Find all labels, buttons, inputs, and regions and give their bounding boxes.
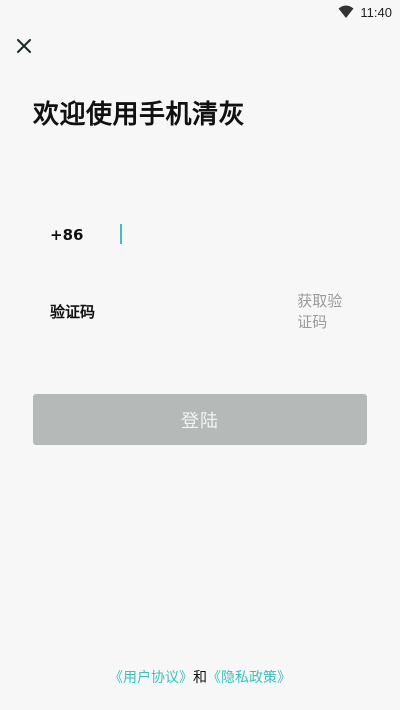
- user-agreement-link[interactable]: 《用户协议》: [109, 670, 193, 686]
- phone-input[interactable]: [104, 223, 367, 247]
- wifi-icon: [338, 5, 354, 18]
- get-code-button[interactable]: 获取验证码: [297, 290, 350, 332]
- phone-row: +86: [33, 219, 367, 251]
- page-title: 欢迎使用手机清灰: [33, 100, 246, 130]
- close-button[interactable]: [12, 34, 36, 58]
- code-row: 验证码 获取验证码: [33, 292, 367, 331]
- close-icon: [17, 39, 31, 53]
- text-caret: [120, 224, 122, 244]
- country-code[interactable]: +86: [50, 226, 104, 244]
- footer-and: 和: [193, 670, 207, 686]
- status-bar: 11:40: [0, 0, 400, 24]
- footer-agreements: 《用户协议》和《隐私政策》: [0, 667, 400, 687]
- code-input[interactable]: [99, 298, 298, 324]
- login-button[interactable]: 登陆: [33, 394, 367, 445]
- privacy-policy-link[interactable]: 《隐私政策》: [207, 670, 291, 686]
- status-time: 11:40: [360, 4, 392, 20]
- code-label: 验证码: [50, 302, 96, 321]
